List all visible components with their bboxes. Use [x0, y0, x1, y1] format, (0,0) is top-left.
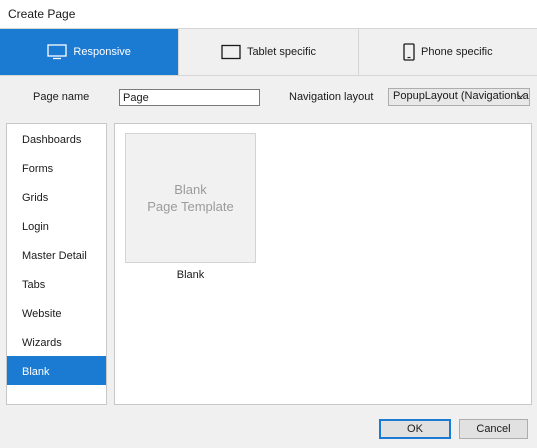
tab-phone-label: Phone specific	[421, 46, 493, 58]
navigation-layout-label: Navigation layout	[289, 91, 374, 103]
ok-button[interactable]: OK	[379, 419, 451, 439]
page-name-label: Page name	[33, 91, 90, 103]
phone-icon	[403, 43, 415, 61]
page-name-input[interactable]	[119, 89, 260, 106]
template-gallery: Blank Page Template Blank	[114, 123, 532, 405]
page-settings-row: Page name Navigation layout PopupLayout …	[0, 76, 537, 120]
window-title: Create Page	[0, 0, 537, 28]
template-caption: Blank	[176, 269, 205, 281]
chevron-down-icon	[516, 91, 525, 104]
monitor-icon	[47, 44, 68, 60]
sidebar-item-master-detail[interactable]: Master Detail	[7, 240, 106, 269]
tab-responsive[interactable]: Responsive	[0, 29, 179, 75]
tablet-icon	[221, 44, 241, 60]
sidebar-item-tabs[interactable]: Tabs	[7, 269, 106, 298]
cancel-button[interactable]: Cancel	[459, 419, 528, 439]
template-category-list: Dashboards Forms Grids Login Master Deta…	[6, 123, 107, 405]
tab-tablet-label: Tablet specific	[246, 46, 317, 58]
sidebar-item-login[interactable]: Login	[7, 211, 106, 240]
navigation-layout-select[interactable]: PopupLayout (NavigationLa	[388, 88, 530, 106]
device-tab-bar: Responsive Tablet specific Phone specifi…	[0, 28, 537, 76]
tab-tablet-specific[interactable]: Tablet specific	[178, 29, 357, 75]
template-thumbnail-blank[interactable]: Blank Page Template	[125, 133, 256, 263]
sidebar-item-website[interactable]: Website	[7, 298, 106, 327]
sidebar-item-dashboards[interactable]: Dashboards	[7, 124, 106, 153]
tab-responsive-label: Responsive	[73, 46, 131, 58]
template-thumbnail-subtitle: Page Template	[147, 199, 234, 214]
sidebar-item-forms[interactable]: Forms	[7, 153, 106, 182]
navigation-layout-value: PopupLayout (NavigationLa	[393, 90, 529, 102]
sidebar-item-grids[interactable]: Grids	[7, 182, 106, 211]
tab-phone-specific[interactable]: Phone specific	[357, 29, 537, 75]
sidebar-item-wizards[interactable]: Wizards	[7, 327, 106, 356]
template-thumbnail-title: Blank	[174, 182, 207, 197]
sidebar-item-blank[interactable]: Blank	[7, 356, 106, 385]
